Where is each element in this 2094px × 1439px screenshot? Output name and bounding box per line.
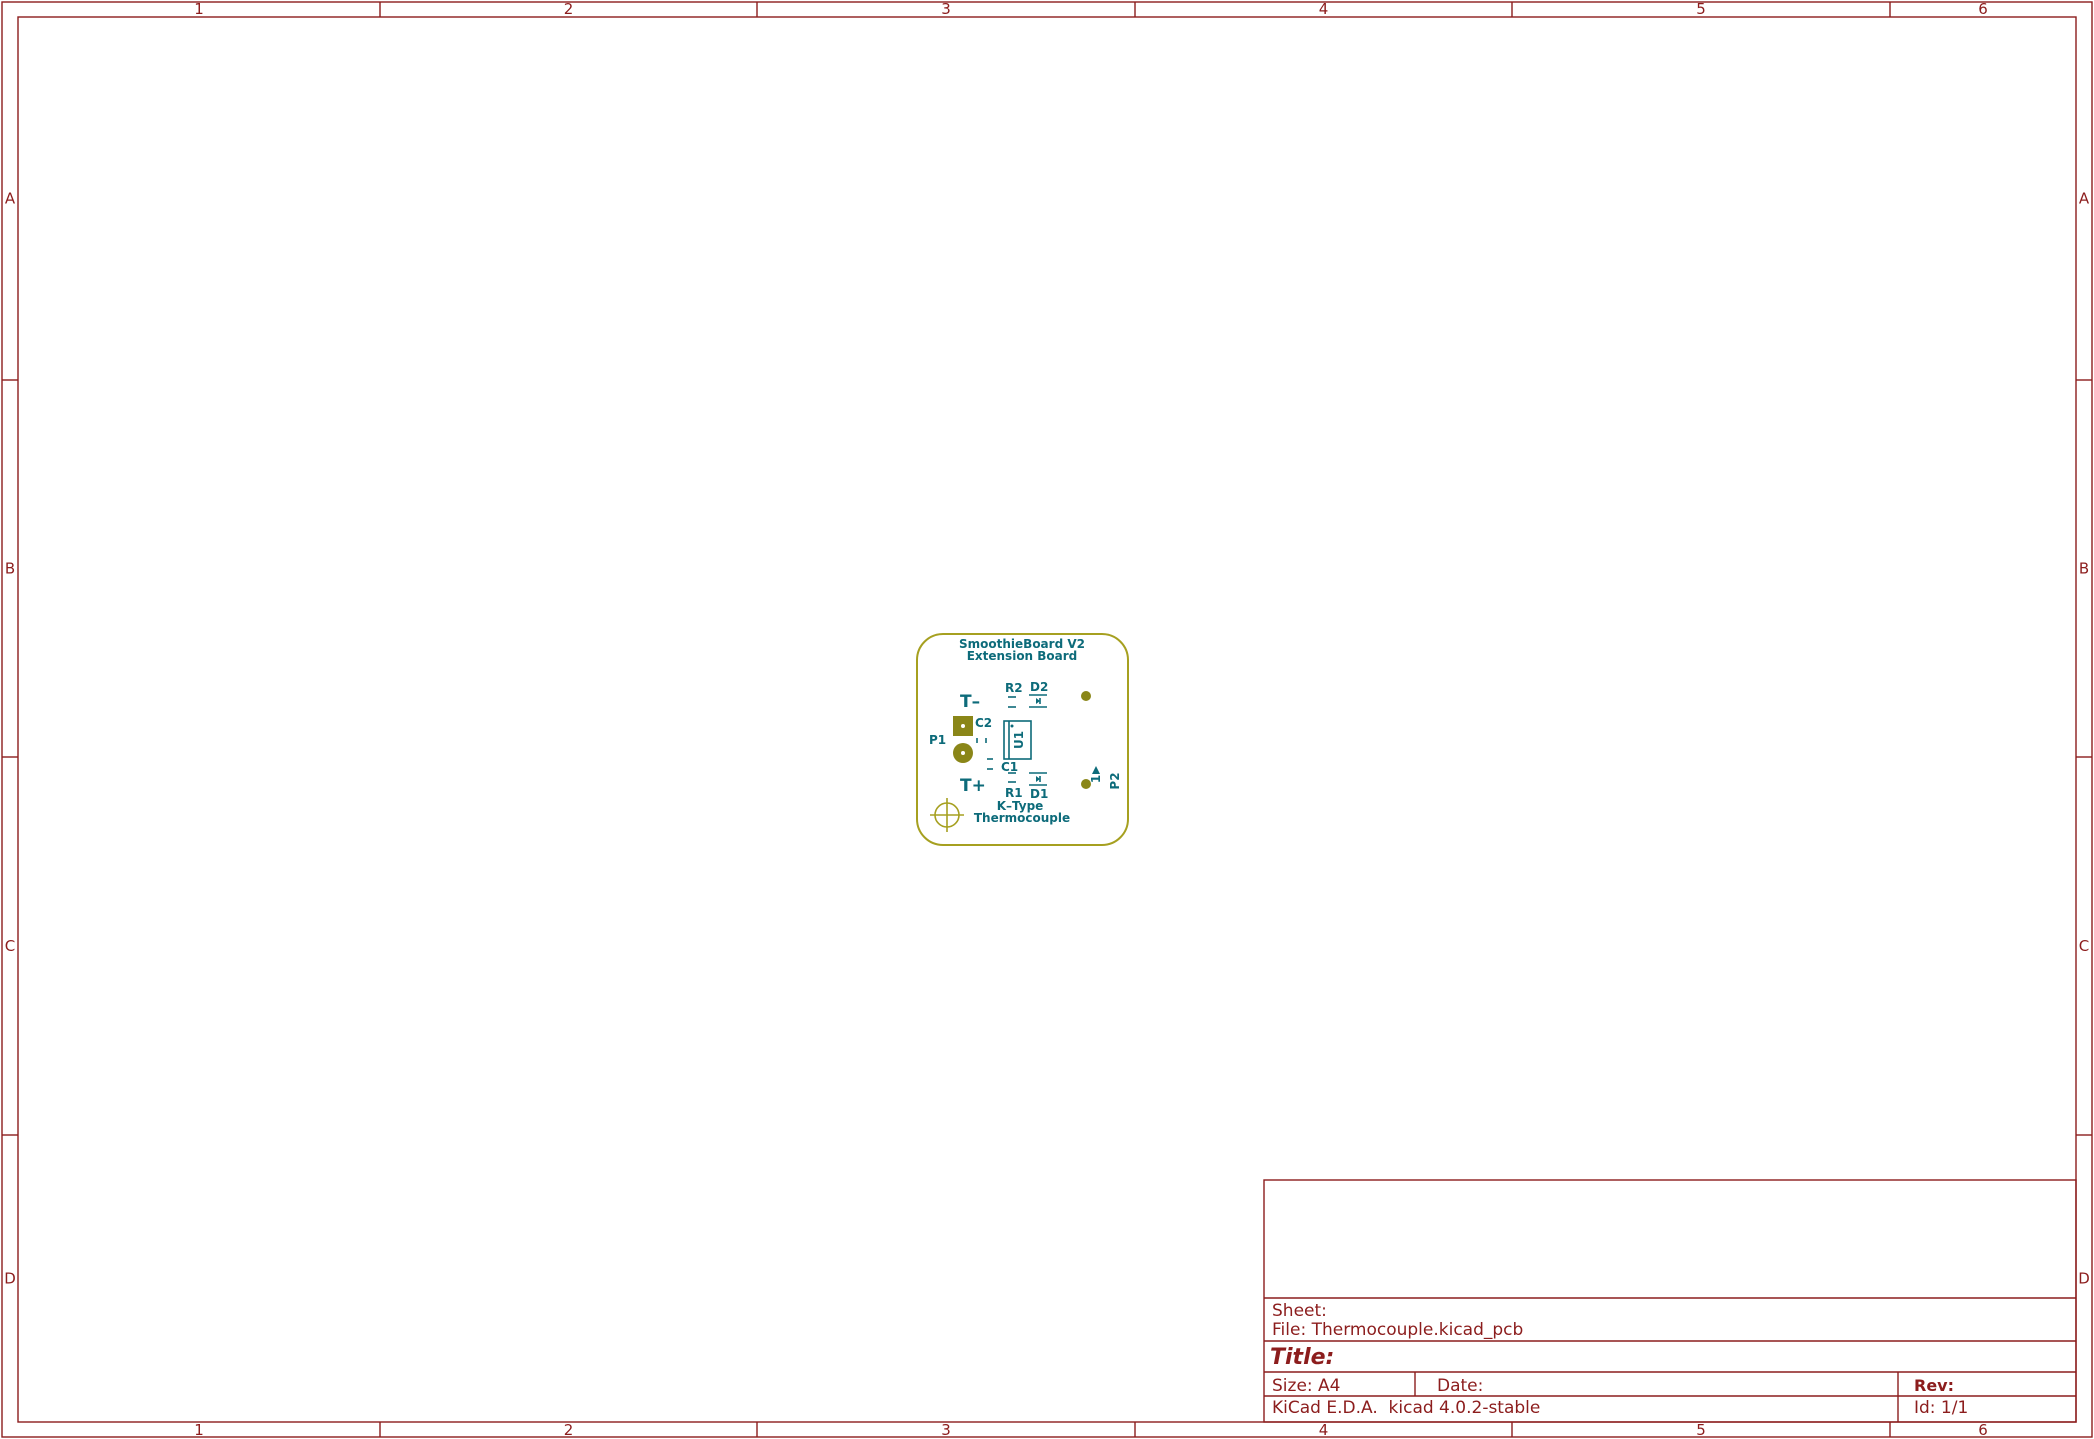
p2-pad-top <box>1081 691 1091 701</box>
row-label-left: A <box>5 190 16 208</box>
board-title-line2: Extension Board <box>967 649 1078 663</box>
id-label: Id: 1/1 <box>1914 1398 1968 1418</box>
date-label: Date: <box>1437 1376 1483 1396</box>
outer-border <box>1 1 2093 1438</box>
t-minus-label: T– <box>960 692 980 712</box>
p2-label: P2 <box>1108 772 1122 789</box>
target-marker <box>930 798 964 832</box>
drawing-sheet: 1 1 2 2 3 3 4 4 5 5 6 6 A A B B C C D D Sheet: File: Thermo… <box>1 0 2093 1439</box>
t-plus-label: T+ <box>960 776 986 796</box>
column-label-bottom: 2 <box>564 1421 574 1439</box>
row-label-left: C <box>5 937 15 955</box>
column-label-bottom: 1 <box>194 1421 204 1439</box>
column-label-top: 3 <box>941 0 951 18</box>
r1-label: R1 <box>1005 786 1023 800</box>
row-label-right: C <box>2079 937 2089 955</box>
c2-label: C2 <box>975 716 992 730</box>
title-block-border <box>1263 1179 2077 1423</box>
rev-label: Rev: <box>1914 1376 1954 1395</box>
column-label-top: 1 <box>194 0 204 18</box>
bottom-text-line2: Thermocouple <box>974 811 1070 825</box>
u1-label: U1 <box>1012 731 1026 749</box>
reference-marks: 1 1 2 2 3 3 4 4 5 5 6 6 A A B B C C D D <box>2 0 2092 1439</box>
pcb-board: SmoothieBoard V2 Extension Board T– T+ P… <box>916 633 1129 846</box>
column-label-bottom: 3 <box>941 1421 951 1439</box>
file-label: File: Thermocouple.kicad_pcb <box>1272 1320 1523 1340</box>
r2-label: R2 <box>1005 681 1023 695</box>
row-label-left: D <box>4 1270 16 1288</box>
p2-pin1-marker <box>1092 766 1100 774</box>
tool-label: KiCad E.D.A. kicad 4.0.2-stable <box>1272 1398 1540 1418</box>
column-label-top: 5 <box>1696 0 1706 18</box>
column-label-top: 4 <box>1319 0 1329 18</box>
row-label-left: B <box>5 560 15 578</box>
p2-pin1-label: 1 <box>1089 775 1103 783</box>
column-label-top: 2 <box>564 0 574 18</box>
column-label-bottom: 4 <box>1319 1421 1329 1439</box>
sheet-label: Sheet: <box>1272 1301 1327 1321</box>
title-block: Sheet: File: Thermocouple.kicad_pcb Titl… <box>1263 1179 2077 1423</box>
d2-label: D2 <box>1030 680 1048 694</box>
row-label-right: A <box>2079 190 2090 208</box>
row-label-right: D <box>2078 1270 2090 1288</box>
p1-label: P1 <box>929 733 946 747</box>
size-label: Size: A4 <box>1272 1376 1340 1396</box>
inner-border <box>17 16 2077 1423</box>
u1-pin1-dot <box>1010 724 1014 728</box>
column-label-bottom: 5 <box>1696 1421 1706 1439</box>
c1-label: C1 <box>1001 760 1018 774</box>
row-label-right: B <box>2079 560 2089 578</box>
column-label-top: 6 <box>1978 0 1988 18</box>
p1-round-pad-hole <box>961 751 965 755</box>
sheet-frame: 1 1 2 2 3 3 4 4 5 5 6 6 A A B B C C D D <box>1 0 2093 1439</box>
p1-pad-hole <box>961 724 965 728</box>
column-label-bottom: 6 <box>1978 1421 1988 1439</box>
title-label: Title: <box>1270 1345 1334 1370</box>
